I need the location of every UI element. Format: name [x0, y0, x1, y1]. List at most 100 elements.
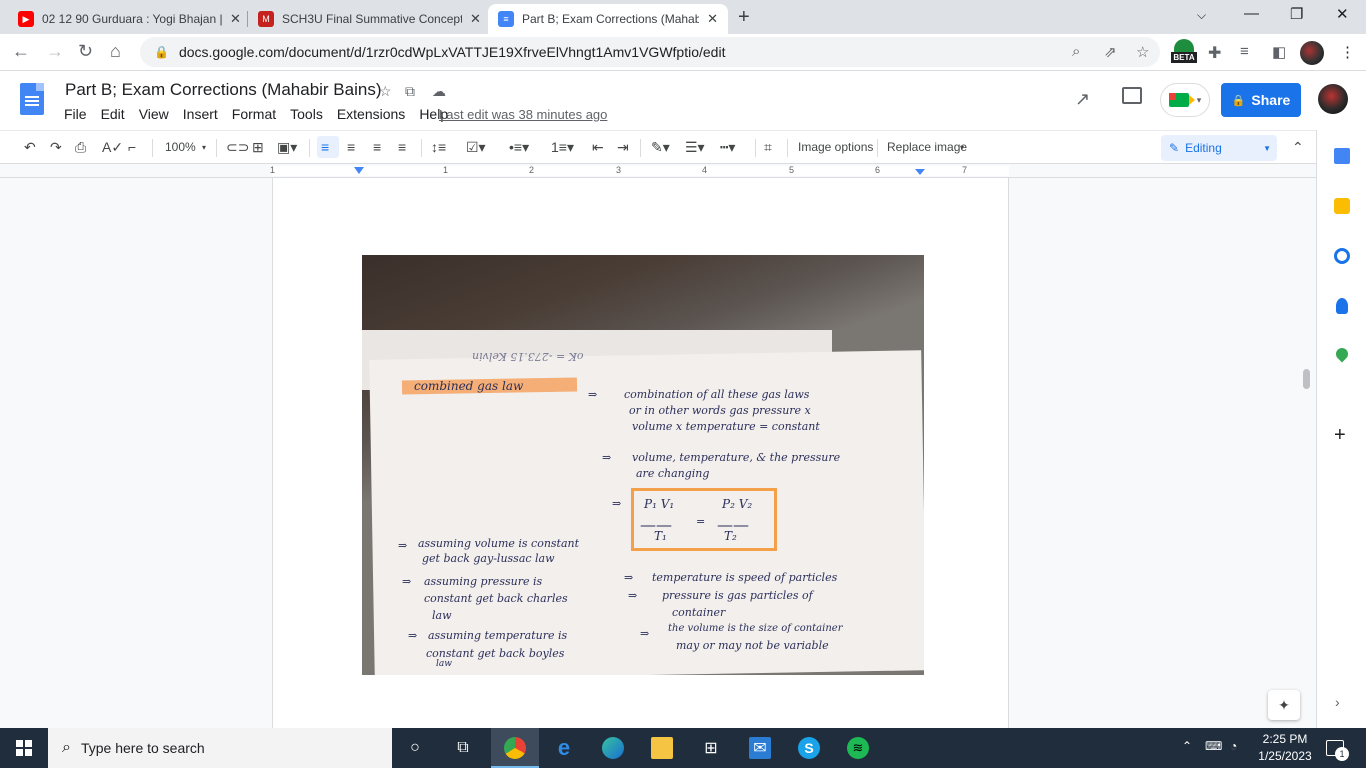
side-panel-icon[interactable]: ◧: [1272, 43, 1286, 61]
explore-icon[interactable]: ✦: [1268, 690, 1300, 720]
align-right-icon[interactable]: ≡: [373, 139, 381, 155]
profile-avatar[interactable]: [1300, 41, 1324, 65]
tab-summative[interactable]: M SCH3U Final Summative Concept ✕: [248, 4, 491, 34]
close-icon[interactable]: ✕: [230, 11, 241, 27]
chrome-icon[interactable]: [504, 737, 526, 759]
beta-extension-icon[interactable]: BETA: [1171, 39, 1197, 65]
add-comment-icon[interactable]: ⊞: [252, 139, 264, 156]
last-edit-link[interactable]: Last edit was 38 minutes ago: [439, 107, 607, 122]
cortana-icon[interactable]: ○: [404, 737, 426, 759]
close-window-icon[interactable]: ✕: [1336, 5, 1349, 23]
contacts-icon[interactable]: [1336, 298, 1348, 314]
document-title[interactable]: Part B; Exam Corrections (Mahabir Bains): [65, 80, 382, 100]
wifi-icon[interactable]: ◔: [1230, 739, 1237, 753]
reading-list-icon[interactable]: ≡: [1240, 43, 1249, 60]
minimize-icon[interactable]: —: [1244, 5, 1259, 22]
editing-mode-select[interactable]: ✎ Editing ▼: [1161, 135, 1277, 161]
spotify-icon[interactable]: ≋: [847, 737, 869, 759]
replace-image-button[interactable]: Replace image: [887, 140, 967, 154]
document-page[interactable]: oK = -273.15 Kelvin combined gas law ⇒ c…: [272, 178, 1009, 728]
edge-icon[interactable]: [602, 737, 624, 759]
restore-icon[interactable]: ❐: [1290, 5, 1303, 23]
meet-button[interactable]: ▾: [1160, 83, 1210, 117]
numbered-list-icon[interactable]: 1≡▾: [551, 139, 574, 156]
comment-history-icon[interactable]: [1122, 87, 1142, 104]
account-avatar[interactable]: [1318, 84, 1348, 114]
menu-edit[interactable]: Edit: [101, 106, 125, 122]
menu-file[interactable]: File: [64, 106, 87, 122]
keep-icon[interactable]: [1334, 198, 1350, 214]
tray-chevron-up-icon[interactable]: ⌃: [1182, 739, 1192, 753]
insert-image-icon[interactable]: ▣▾: [277, 139, 297, 156]
align-center-icon[interactable]: ≡: [347, 139, 355, 155]
hide-side-panel-icon[interactable]: ›: [1335, 694, 1340, 710]
new-tab-icon[interactable]: +: [738, 6, 750, 29]
back-arrow-icon[interactable]: ←: [12, 41, 30, 62]
star-icon[interactable]: ☆: [379, 83, 392, 100]
taskbar-search-field[interactable]: ⌕ Type here to search: [48, 728, 392, 768]
reload-icon[interactable]: ↻: [78, 41, 93, 62]
image-options-button[interactable]: Image options: [798, 140, 873, 154]
right-indent-marker[interactable]: [915, 169, 925, 175]
zoom-search-icon[interactable]: ⌕: [1072, 43, 1080, 60]
close-icon[interactable]: ✕: [470, 11, 481, 27]
url-field[interactable]: 🔒 docs.google.com/document/d/1rzr0cdWpLx…: [140, 37, 1160, 67]
increase-indent-icon[interactable]: ⇥: [617, 139, 629, 156]
redo-icon[interactable]: ↷: [50, 139, 62, 156]
line-spacing-icon[interactable]: ↕≡: [431, 139, 446, 155]
align-left-icon[interactable]: ≡: [321, 139, 329, 155]
forward-arrow-icon[interactable]: →: [46, 41, 64, 62]
menu-extensions[interactable]: Extensions: [337, 106, 405, 122]
network-status-icon[interactable]: ⌨: [1205, 739, 1222, 753]
checklist-icon[interactable]: ☑▾: [466, 139, 486, 156]
spellcheck-icon[interactable]: A✓: [102, 139, 123, 156]
windows-start-icon[interactable]: [16, 740, 32, 756]
bookmark-star-icon[interactable]: ☆: [1136, 43, 1149, 61]
print-icon[interactable]: ⎙: [75, 139, 86, 156]
skype-icon[interactable]: S: [798, 737, 820, 759]
task-view-icon[interactable]: ⧉: [452, 737, 474, 759]
mail-icon[interactable]: ✉: [749, 737, 771, 759]
add-addon-icon[interactable]: +: [1334, 424, 1346, 447]
paint-format-icon[interactable]: ⌐: [128, 139, 136, 155]
activity-trend-icon[interactable]: ↗: [1075, 89, 1090, 110]
microsoft-store-icon[interactable]: ⊞: [700, 737, 722, 759]
left-indent-marker[interactable]: [354, 167, 364, 174]
tab-docs-active[interactable]: ≡ Part B; Exam Corrections (Mahabir ✕: [488, 4, 728, 34]
vertical-scrollbar[interactable]: [1303, 369, 1310, 389]
menu-view[interactable]: View: [139, 106, 169, 122]
justify-icon[interactable]: ≡: [398, 139, 406, 155]
docs-logo-icon[interactable]: [20, 83, 44, 115]
move-folder-icon[interactable]: ⧉: [405, 83, 415, 100]
border-weight-icon[interactable]: ☰▾: [685, 139, 705, 156]
share-button[interactable]: 🔒 Share: [1221, 83, 1301, 117]
decrease-indent-icon[interactable]: ⇤: [592, 139, 604, 156]
calendar-icon[interactable]: [1334, 148, 1350, 164]
notification-center-icon[interactable]: 1: [1326, 740, 1349, 761]
collapse-menus-icon[interactable]: ⌃: [1292, 139, 1304, 156]
insert-link-icon[interactable]: ⊂⊃: [226, 139, 249, 156]
cloud-saved-icon[interactable]: ☁: [432, 83, 446, 100]
zoom-select[interactable]: 100%: [165, 140, 196, 154]
internet-explorer-icon[interactable]: e: [553, 735, 575, 760]
close-icon[interactable]: ✕: [707, 11, 718, 27]
system-clock[interactable]: 2:25 PM 1/25/2023: [1250, 731, 1320, 765]
chevron-down-icon[interactable]: ▾: [202, 143, 206, 152]
crop-icon[interactable]: ⌗: [764, 139, 772, 156]
maps-icon[interactable]: [1333, 345, 1351, 363]
home-icon[interactable]: ⌂: [110, 41, 121, 62]
notes-photo[interactable]: oK = -273.15 Kelvin combined gas law ⇒ c…: [362, 255, 924, 675]
tab-search-icon[interactable]: ⌵: [1197, 8, 1206, 23]
chevron-down-icon[interactable]: ▾: [960, 143, 964, 152]
menu-tools[interactable]: Tools: [290, 106, 323, 122]
share-page-icon[interactable]: ⇗: [1104, 43, 1117, 61]
menu-insert[interactable]: Insert: [183, 106, 218, 122]
bulleted-list-icon[interactable]: •≡▾: [509, 139, 529, 156]
tab-youtube[interactable]: ▶ 02 12 90 Gurduara : Yogi Bhajan | ✕: [8, 4, 251, 34]
border-dash-icon[interactable]: ┅▾: [720, 139, 735, 156]
menu-format[interactable]: Format: [232, 106, 276, 122]
border-color-icon[interactable]: ✎▾: [651, 139, 670, 156]
tasks-icon[interactable]: [1334, 248, 1350, 264]
file-explorer-icon[interactable]: [651, 737, 673, 759]
undo-icon[interactable]: ↶: [24, 139, 36, 156]
